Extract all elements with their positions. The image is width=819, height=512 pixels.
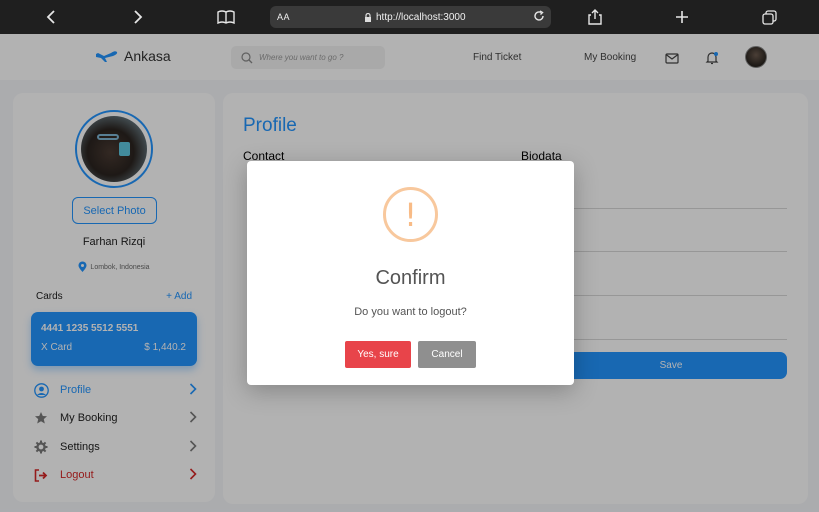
- address-bar[interactable]: AA http://localhost:3000: [270, 6, 551, 28]
- warning-icon: !: [383, 187, 438, 242]
- url-text: http://localhost:3000: [376, 11, 466, 23]
- tabs-overview-icon[interactable]: [755, 0, 783, 34]
- new-tab-icon[interactable]: [668, 0, 696, 34]
- reload-icon[interactable]: [533, 9, 545, 25]
- browser-toolbar: AA http://localhost:3000: [0, 0, 819, 34]
- bookmarks-icon[interactable]: [212, 0, 240, 34]
- text-size-button[interactable]: AA: [277, 12, 290, 22]
- share-icon[interactable]: [581, 0, 609, 34]
- back-icon[interactable]: [37, 0, 65, 34]
- dialog-message: Do you want to logout?: [354, 306, 467, 318]
- confirm-dialog: ! Confirm Do you want to logout? Yes, su…: [247, 161, 574, 385]
- lock-icon: [365, 12, 371, 22]
- cancel-button[interactable]: Cancel: [418, 341, 476, 368]
- dialog-title: Confirm: [375, 267, 446, 289]
- confirm-logout-button[interactable]: Yes, sure: [345, 341, 411, 368]
- url-display: http://localhost:3000: [364, 12, 466, 23]
- forward-icon[interactable]: [124, 0, 152, 34]
